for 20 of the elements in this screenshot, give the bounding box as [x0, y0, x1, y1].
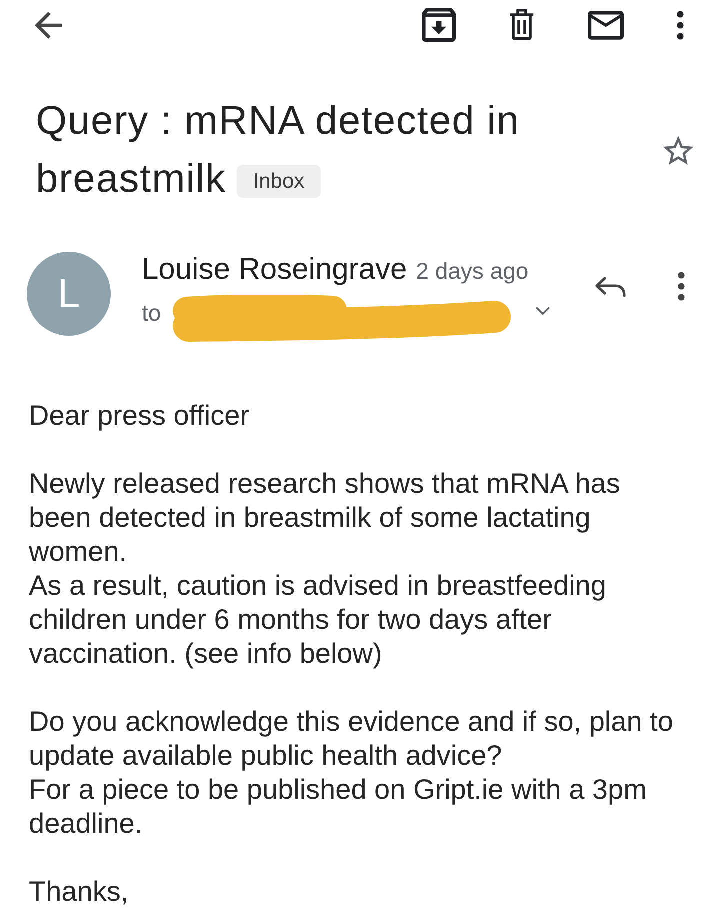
reply-icon[interactable] [594, 276, 627, 298]
chevron-down-icon[interactable] [536, 307, 550, 316]
recipient-prefix: to [142, 299, 162, 328]
delete-icon[interactable] [509, 9, 535, 41]
back-arrow-icon[interactable] [35, 12, 62, 38]
more-options-icon[interactable] [678, 272, 685, 301]
folder-label: Inbox [237, 164, 321, 198]
email-subject: breastmilk [36, 157, 226, 201]
email-paragraph: Do you acknowledge this evidence and if so, plan to update available public health advice? For a piece to be published on Gript.ie with a 3pm deadline. [29, 705, 674, 841]
star-icon[interactable] [663, 136, 694, 164]
email-paragraph: Newly released research shows that mRNA has been detected in breastmilk of some lactating women. As a result, caution is advised in breastfeeding children under 6 months for two days after vaccination. (see info below) [29, 467, 622, 671]
mail-icon[interactable] [588, 10, 624, 40]
sender-avatar: L [27, 252, 111, 336]
sent-time: 2 days ago [416, 257, 529, 286]
email-subject: Query : mRNA detected in [36, 99, 520, 143]
email-paragraph: Dear press officer [29, 399, 250, 433]
archive-icon[interactable] [422, 8, 456, 42]
email-paragraph: Thanks, [29, 875, 130, 909]
more-options-icon[interactable] [677, 10, 684, 40]
sender-name: Louise Roseingrave [142, 252, 408, 288]
